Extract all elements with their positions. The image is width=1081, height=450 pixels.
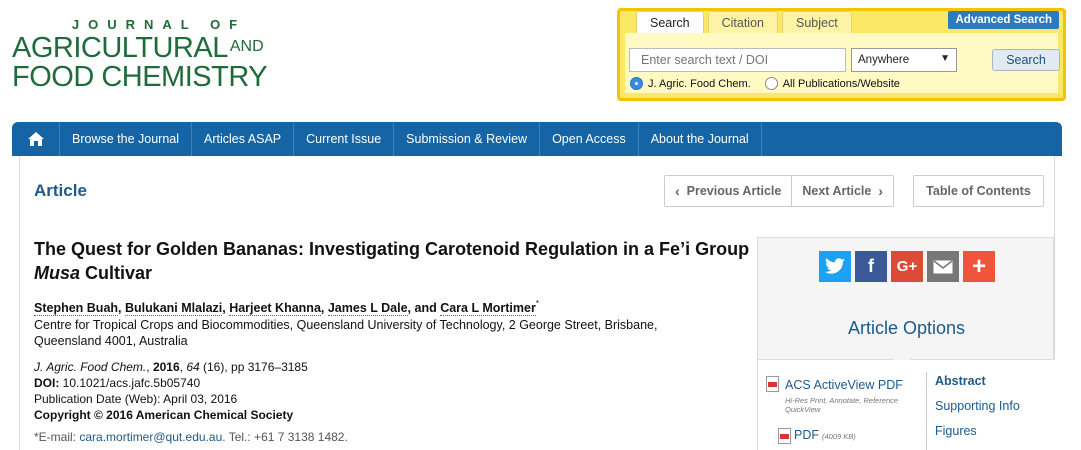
options-separator — [926, 372, 927, 450]
radio-all-publications-label: All Publications/Website — [782, 77, 900, 90]
figures-link[interactable]: Figures — [935, 424, 977, 438]
email-link[interactable]: cara.mortimer@qut.edu.au — [79, 430, 222, 444]
search-widget: Search Citation Subject Advanced Search … — [617, 8, 1066, 101]
radio-journal[interactable] — [630, 77, 643, 90]
radio-journal-label: J. Agric. Food Chem. — [648, 77, 751, 90]
logo-line-2: FOOD CHEMISTRY — [12, 61, 268, 93]
logo-line-1: AGRICULTURAL AND — [12, 32, 264, 64]
tab-search[interactable]: Search — [636, 11, 704, 33]
pdf-file-icon — [766, 376, 779, 392]
nav-browse-journal[interactable]: Browse the Journal — [60, 122, 193, 156]
article-title: The Quest for Golden Bananas: Investigat… — [34, 239, 750, 283]
corresponding-author-mark: * — [535, 299, 539, 308]
nav-current-issue[interactable]: Current Issue — [294, 122, 395, 156]
search-button[interactable]: Search — [992, 49, 1060, 71]
article-options-title: Article Options — [847, 318, 966, 338]
article-type-label: Article — [34, 181, 87, 200]
previous-article-button[interactable]: ‹ Previous Article — [665, 176, 791, 206]
tab-subject[interactable]: Subject — [782, 11, 852, 33]
article-pager: ‹ Previous Article Next Article › — [664, 175, 894, 207]
doi-line: DOI: 10.1021/acs.jafc.5b05740 — [34, 376, 201, 390]
activeview-description: Hi-Res Print, Annotate, Reference QuickV… — [785, 396, 899, 414]
nav-open-access[interactable]: Open Access — [540, 122, 639, 156]
journal-logo[interactable]: JOURNAL OF AGRICULTURAL AND FOOD CHEMISTR… — [12, 18, 292, 92]
google-plus-icon[interactable]: G+ — [891, 251, 923, 282]
logo-journal-of: JOURNAL OF — [71, 17, 247, 32]
author-link[interactable]: Harjeet Khanna — [229, 301, 321, 316]
author-link[interactable]: Cara L Mortimer — [440, 301, 536, 316]
search-scope-radios: J. Agric. Food Chem. All Publications/We… — [630, 77, 914, 90]
facebook-icon[interactable]: f — [855, 251, 887, 282]
nav-about-journal[interactable]: About the Journal — [639, 122, 762, 156]
chevron-left-icon: ‹ — [675, 183, 680, 199]
table-of-contents-button[interactable]: Table of Contents — [913, 175, 1044, 207]
tab-citation[interactable]: Citation — [707, 11, 778, 33]
search-scope-select[interactable]: Anywhere ▼ — [851, 48, 957, 72]
search-panel: Anywhere ▼ Search J. Agric. Food Chem. A… — [625, 33, 1060, 93]
author-link[interactable]: Bulukani Mlalazi — [125, 301, 223, 316]
activeview-pdf-link[interactable]: ACS ActiveView PDF — [785, 378, 903, 392]
pdf-link[interactable]: PDF (4009 KB) — [794, 428, 856, 442]
email-icon[interactable] — [927, 251, 959, 282]
pdf-file-icon — [778, 428, 791, 444]
citation-line: J. Agric. Food Chem., 2016, 64 (16), pp … — [34, 360, 308, 374]
main-nav: Browse the Journal Articles ASAP Current… — [12, 122, 1062, 156]
abstract-link[interactable]: Abstract — [935, 374, 986, 388]
chevron-right-icon: › — [878, 183, 883, 199]
plus-icon[interactable]: + — [963, 251, 995, 282]
home-icon — [27, 132, 44, 146]
article-options-panel: ACS ActiveView PDF Hi-Res Print, Annotat… — [758, 360, 1055, 450]
search-input[interactable] — [629, 48, 846, 72]
author-link[interactable]: Stephen Buah — [34, 301, 119, 316]
nav-home[interactable] — [12, 122, 60, 156]
twitter-icon[interactable] — [819, 251, 851, 282]
supporting-info-link[interactable]: Supporting Info — [935, 399, 1020, 413]
chevron-down-icon: ▼ — [940, 53, 950, 64]
article-sidebar: f G+ + Article Options ACS ActiveView PD… — [757, 237, 1055, 450]
radio-all-publications[interactable] — [764, 77, 778, 90]
search-tabs: Search Citation Subject — [636, 11, 852, 33]
nav-submission-review[interactable]: Submission & Review — [394, 122, 541, 156]
author-affiliation: Centre for Tropical Crops and Biocommodi… — [34, 318, 658, 348]
nav-articles-asap[interactable]: Articles ASAP — [192, 122, 295, 156]
copyright: Copyright © 2016 American Chemical Socie… — [34, 408, 294, 422]
publication-date: Publication Date (Web): April 03, 2016 — [34, 392, 238, 406]
author-list: Stephen Buah, Bulukani Mlalazi, Harjeet … — [34, 299, 539, 316]
advanced-search-button[interactable]: Advanced Search — [948, 11, 1059, 29]
next-article-button[interactable]: Next Article › — [791, 176, 893, 206]
author-link[interactable]: James L Dale — [327, 301, 408, 316]
share-buttons: f G+ + — [819, 251, 995, 282]
contact-info: *E-mail: cara.mortimer@qut.edu.au. Tel.:… — [34, 430, 348, 444]
citation-block: J. Agric. Food Chem., 2016, 64 (16), pp … — [34, 359, 308, 423]
